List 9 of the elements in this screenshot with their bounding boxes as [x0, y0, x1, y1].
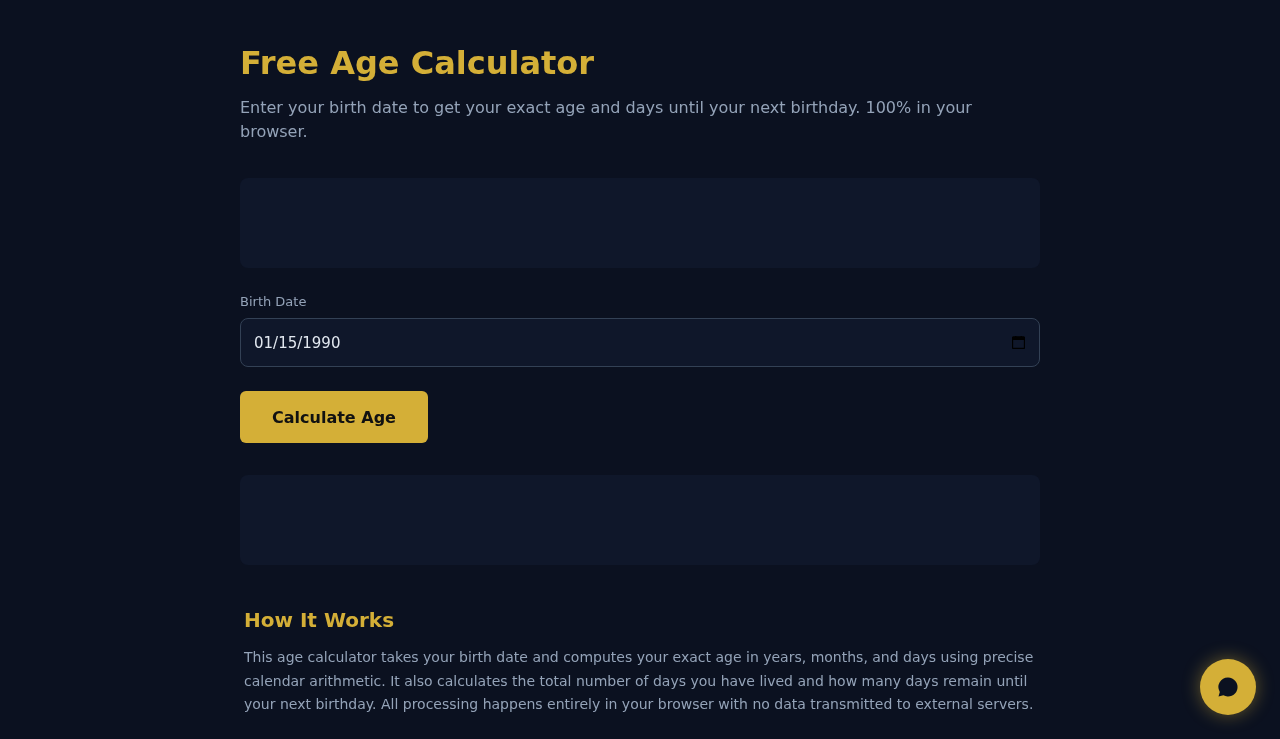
section-heading: How It Works [244, 608, 395, 632]
section-text: This age calculator takes your birth date and computes your exact age in years, months, and days using precise calendar arithmetic. It also calculates the total number of days you have lived and how many days remain until your next birthday. All processing happens entirely in your browser with no data transmitted to external servers. [244, 648, 1035, 714]
date-field[interactable]: 01/15/1990 [240, 318, 1040, 367]
field-label: Birth Date [240, 293, 307, 311]
chat-button[interactable] [1200, 659, 1256, 715]
page-subtitle: Enter your birth date to get your exact age and days until your next birthday. 100% in your browser. [240, 97, 973, 143]
calculate-button[interactable]: Calculate Age [240, 391, 428, 443]
chat-bubble-icon [1217, 676, 1239, 698]
page-title: Free Age Calculator [240, 44, 596, 82]
